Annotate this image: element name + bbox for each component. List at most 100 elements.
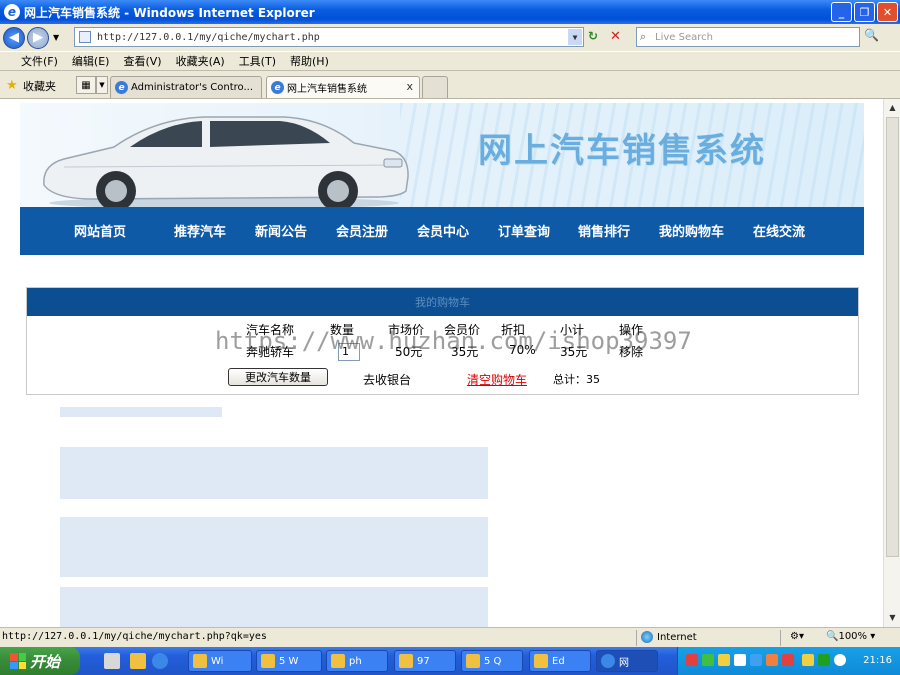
favorites-star-icon[interactable]: ★ <box>6 78 18 93</box>
back-button[interactable]: ◀ <box>3 26 25 49</box>
scroll-down-icon[interactable]: ▼ <box>886 611 899 624</box>
nav-online-chat[interactable]: 在线交流 <box>753 221 805 240</box>
vertical-scrollbar[interactable]: ▲ ▼ <box>883 99 900 627</box>
blurred-content <box>60 447 488 499</box>
tray-app-icon[interactable] <box>766 654 778 666</box>
quantity-input[interactable]: 1 <box>338 343 360 361</box>
tray-app-icon[interactable] <box>718 654 730 666</box>
zoom-value: 100% <box>838 631 868 642</box>
app-icon <box>399 654 413 668</box>
close-button[interactable]: ✕ <box>877 2 898 22</box>
tray-app-icon[interactable] <box>818 654 830 666</box>
globe-icon <box>641 631 653 643</box>
menu-view[interactable]: 查看(V) <box>116 53 168 69</box>
forward-button[interactable]: ▶ <box>27 26 49 49</box>
ie-quick-icon[interactable] <box>152 653 168 669</box>
col-subtotal: 小计 <box>560 323 585 337</box>
row-market-price: 50元 <box>395 345 423 359</box>
minimize-button[interactable]: _ <box>831 2 852 22</box>
taskbar-window-5[interactable]: 5 Q <box>461 650 523 672</box>
address-input[interactable]: http://127.0.0.1/my/qiche/mychart.php ▼ <box>74 27 584 47</box>
protected-mode-icon[interactable]: ⚙▾ <box>790 631 804 642</box>
checkout-link[interactable]: 去收银台 <box>363 371 411 388</box>
nav-my-cart[interactable]: 我的购物车 <box>659 221 724 240</box>
quick-tabs-icon[interactable]: ▦ <box>76 76 96 94</box>
start-label: 开始 <box>30 652 61 671</box>
remove-link[interactable]: 移除 <box>619 343 643 360</box>
tray-app-icon[interactable] <box>702 654 714 666</box>
taskbar-window-label: 5 Q <box>484 655 502 667</box>
tray-app-icon[interactable] <box>686 654 698 666</box>
nav-order-query[interactable]: 订单查询 <box>498 221 550 240</box>
history-dropdown-icon[interactable]: ▼ <box>53 33 59 42</box>
cart-header: 我的购物车 <box>27 288 858 316</box>
system-tray: 21:16 <box>677 647 900 675</box>
row-discount: 70% <box>509 343 536 357</box>
scroll-up-icon[interactable]: ▲ <box>886 101 899 114</box>
search-input[interactable]: ⌕ Live Search <box>636 27 860 47</box>
refresh-icon[interactable]: ↻ <box>588 29 606 45</box>
nav-home[interactable]: 网站首页 <box>74 221 126 240</box>
volume-icon[interactable] <box>834 654 846 666</box>
favorites-bar: ★ 收藏夹 ▦ ▼ e Administrator's Contro... e … <box>0 72 900 99</box>
show-desktop-icon[interactable] <box>104 653 120 669</box>
menu-tools[interactable]: 工具(T) <box>232 53 283 69</box>
zone-label: Internet <box>657 631 697 643</box>
menu-help[interactable]: 帮助(H) <box>283 53 336 69</box>
site-banner: 网上汽车销售系统 <box>20 103 864 207</box>
tab-close-icon[interactable]: x <box>406 80 413 93</box>
explorer-quick-icon[interactable] <box>130 653 146 669</box>
zoom-level[interactable]: 🔍100% ▾ <box>826 631 875 642</box>
search-go-icon[interactable]: 🔍 <box>864 28 884 46</box>
status-zone: Internet <box>641 631 697 643</box>
tab-car-sales[interactable]: e 网上汽车销售系统 x <box>266 76 420 98</box>
menu-favorites[interactable]: 收藏夹(A) <box>169 53 232 69</box>
address-dropdown-icon[interactable]: ▼ <box>568 29 582 45</box>
blurred-content <box>60 517 488 577</box>
system-clock: 21:16 <box>863 655 892 666</box>
update-quantity-button[interactable]: 更改汽车数量 <box>228 368 328 386</box>
tab-list-dropdown-icon[interactable]: ▼ <box>96 76 108 94</box>
favorites-label[interactable]: 收藏夹 <box>23 78 56 94</box>
tab-admin[interactable]: e Administrator's Contro... <box>110 76 262 98</box>
ie-tab-icon: e <box>115 81 128 94</box>
nav-recommended-cars[interactable]: 推荐汽车 <box>174 221 226 240</box>
cart-panel: 我的购物车 汽车名称 数量 市场价 会员价 折扣 小计 操作 奔驰轿车 1 50… <box>26 287 859 395</box>
new-tab-button[interactable] <box>422 76 448 98</box>
nav-member-center[interactable]: 会员中心 <box>417 221 469 240</box>
taskbar-window-3[interactable]: ph <box>326 650 388 672</box>
folder-icon <box>261 654 275 668</box>
tray-app-icon[interactable] <box>734 654 746 666</box>
nav-register[interactable]: 会员注册 <box>336 221 388 240</box>
taskbar-window-4[interactable]: 97 <box>394 650 456 672</box>
start-button[interactable]: 开始 <box>0 647 80 675</box>
maximize-button[interactable]: ❐ <box>854 2 875 22</box>
tray-app-icon[interactable] <box>802 654 814 666</box>
taskbar-window-2[interactable]: 5 W <box>256 650 322 672</box>
clear-cart-link[interactable]: 清空购物车 <box>467 371 527 388</box>
menu-bar: 文件(F) 编辑(E) 查看(V) 收藏夹(A) 工具(T) 帮助(H) <box>0 51 900 71</box>
qq-icon <box>466 654 480 668</box>
stop-icon[interactable]: ✕ <box>610 29 626 45</box>
tray-app-icon[interactable] <box>782 654 794 666</box>
ie-tab-icon: e <box>271 81 284 94</box>
zoom-magnifier-icon: 🔍 <box>826 631 839 642</box>
scroll-thumb[interactable] <box>886 117 899 557</box>
taskbar-window-6[interactable]: Ed <box>529 650 591 672</box>
live-search-icon: ⌕ <box>640 30 647 43</box>
tab-admin-label: Administrator's Contro... <box>131 82 254 93</box>
nav-sales-ranking[interactable]: 销售排行 <box>578 221 630 240</box>
nav-news[interactable]: 新闻公告 <box>255 221 307 240</box>
menu-edit[interactable]: 编辑(E) <box>65 53 117 69</box>
status-url: http://127.0.0.1/my/qiche/mychart.php?qk… <box>2 631 267 642</box>
col-discount: 折扣 <box>501 323 526 337</box>
taskbar-window-1[interactable]: Wi <box>188 650 252 672</box>
tray-app-icon[interactable] <box>750 654 762 666</box>
menu-file[interactable]: 文件(F) <box>14 53 65 69</box>
taskbar-window-label: ph <box>349 655 362 667</box>
taskbar-window-ie[interactable]: 网 <box>596 650 658 672</box>
window-titlebar: e 网上汽车销售系统 - Windows Internet Explorer _… <box>0 0 900 24</box>
status-bar: http://127.0.0.1/my/qiche/mychart.php?qk… <box>0 627 900 647</box>
cart-total: 总计：35 <box>553 373 600 386</box>
editor-icon <box>534 654 548 668</box>
